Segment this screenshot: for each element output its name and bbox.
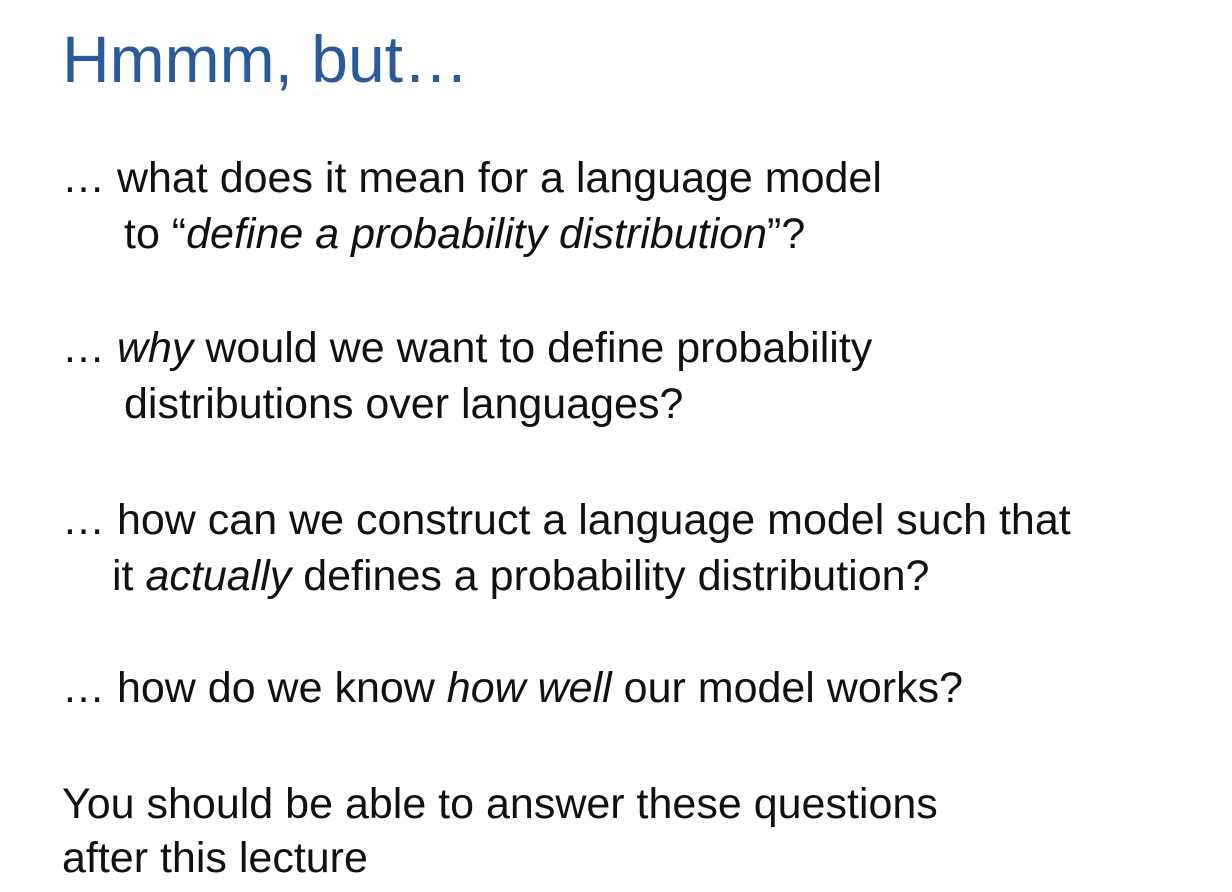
closing-line-2: after this lecture (62, 834, 368, 882)
text-segment: it (112, 552, 146, 600)
slide: Hmmm, but… … what does it mean for a lan… (0, 0, 1232, 892)
emphasis-text: actually (145, 552, 292, 600)
text-segment: … (62, 324, 117, 372)
text-segment: … how do we know (62, 664, 447, 712)
question-1-line-1: … what does it mean for a language model (62, 152, 882, 204)
question-1-line-2: to “define a probability distribution”? (124, 208, 805, 260)
question-3-line-1: … how can we construct a language model … (62, 494, 1071, 546)
text-segment: distributions over languages? (124, 380, 684, 428)
emphasis-text: define a probability distribution (186, 210, 767, 258)
text-segment: would we want to define probability (193, 324, 873, 372)
text-segment: defines a probability distribution? (291, 552, 930, 600)
emphasis-text: how well (446, 664, 612, 712)
text-segment: … how can we construct a language model … (62, 496, 1071, 544)
question-2-line-2: distributions over languages? (124, 378, 683, 430)
text-segment: … what does it mean for a language model (62, 154, 882, 202)
text-segment: ”? (767, 210, 806, 258)
closing-line-1: You should be able to answer these quest… (62, 780, 938, 828)
text-segment: our model works? (611, 664, 964, 712)
question-2-line-1: … why would we want to define probabilit… (62, 322, 872, 374)
text-segment: to “ (124, 210, 187, 258)
question-3-line-2: it actually defines a probability distri… (112, 550, 929, 602)
question-4-line-1: … how do we know how well our model work… (62, 662, 963, 714)
slide-title: Hmmm, but… (62, 22, 470, 96)
emphasis-text: why (116, 324, 194, 372)
